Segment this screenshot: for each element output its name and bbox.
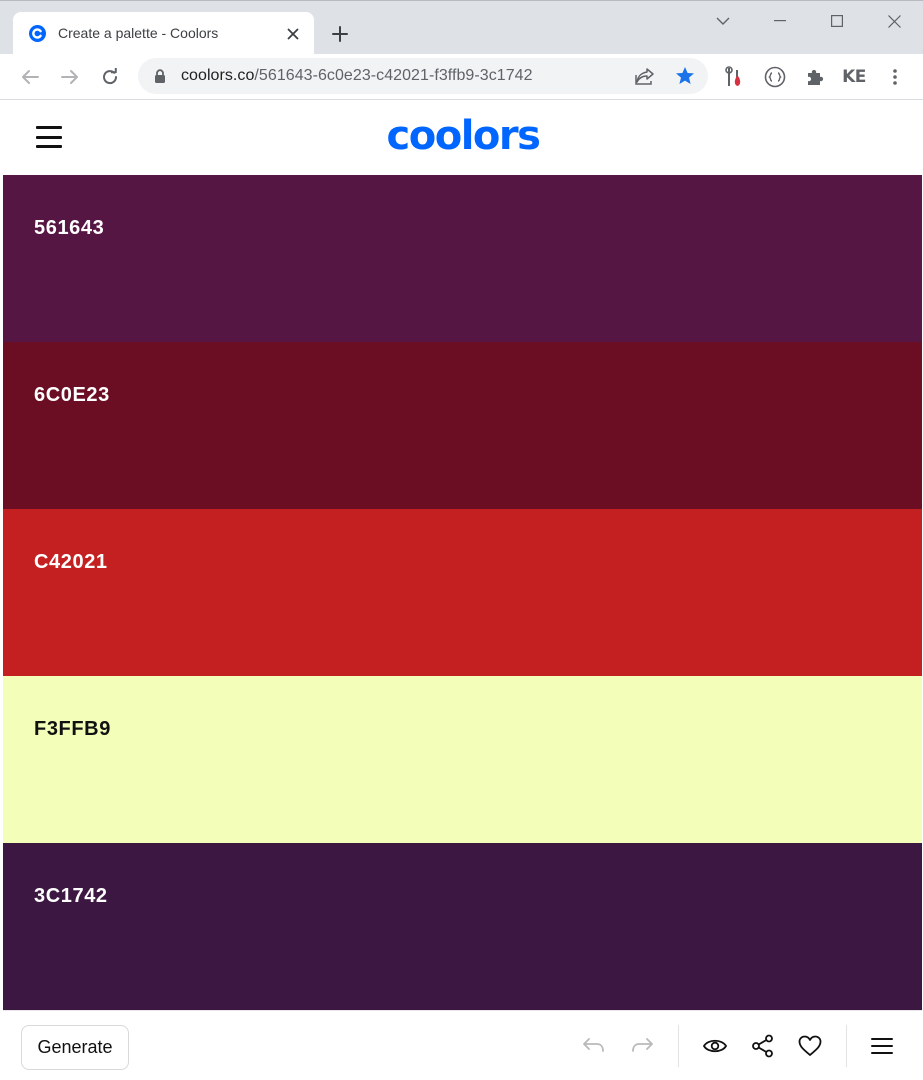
- chevron-down-icon: [716, 17, 730, 25]
- minimize-button[interactable]: [765, 7, 795, 35]
- url-path: /561643-6c0e23-c42021-f3ffb9-3c1742: [254, 67, 533, 84]
- browser-tab-active[interactable]: Create a palette - Coolors: [13, 12, 314, 55]
- close-window-button[interactable]: [879, 7, 909, 35]
- browser-tabstrip: Create a palette - Coolors: [0, 0, 923, 55]
- tab-title: Create a palette - Coolors: [58, 25, 219, 41]
- color-swatch[interactable]: F3FFB9: [3, 676, 922, 843]
- arrow-right-icon: [61, 70, 78, 84]
- arrow-left-icon: [22, 70, 39, 84]
- page-content: coolors 561643 6C0E23 C42021 F3FFB9 3C17…: [3, 100, 922, 1078]
- back-button[interactable]: [14, 61, 46, 93]
- eye-icon: [703, 1039, 727, 1053]
- site-header: coolors: [3, 100, 922, 175]
- star-icon: [676, 67, 694, 84]
- minimize-icon: [774, 20, 786, 22]
- generate-button[interactable]: Generate: [21, 1025, 129, 1070]
- maximize-button[interactable]: [822, 7, 852, 35]
- tab-search-button[interactable]: [708, 7, 738, 35]
- puzzle-icon: [808, 69, 824, 85]
- share-page-icon: [635, 68, 654, 85]
- code-braces-extension-icon: [764, 66, 786, 88]
- extensions-button[interactable]: [802, 64, 828, 90]
- extension-code-button[interactable]: [762, 64, 788, 90]
- profile-button[interactable]: KE: [841, 64, 867, 90]
- color-swatch[interactable]: 3C1742: [3, 843, 922, 1010]
- profile-initials: KE: [842, 67, 866, 87]
- tab-close-button[interactable]: [283, 24, 303, 44]
- undo-button[interactable]: [579, 1031, 609, 1061]
- share-page-button[interactable]: [632, 63, 658, 89]
- undo-icon: [583, 1038, 604, 1052]
- color-swatch[interactable]: C42021: [3, 509, 922, 676]
- reload-icon: [103, 68, 118, 85]
- forward-button[interactable]: [54, 61, 86, 93]
- color-swatch[interactable]: 561643: [3, 175, 922, 342]
- toolbar-divider: [678, 1025, 679, 1067]
- redo-button[interactable]: [627, 1031, 657, 1061]
- plus-icon: [332, 26, 348, 42]
- swatch-hex-label[interactable]: C42021: [34, 551, 108, 574]
- coolors-logo[interactable]: coolors: [367, 116, 559, 158]
- dropper-extension-icon: [725, 66, 741, 86]
- share-icon: [752, 1034, 773, 1058]
- color-swatch[interactable]: 6C0E23: [3, 342, 922, 509]
- swatch-hex-label[interactable]: 3C1742: [34, 885, 108, 908]
- address-bar[interactable]: coolors.co/561643-6c0e23-c42021-f3ffb9-3…: [138, 58, 708, 94]
- url-text: coolors.co/561643-6c0e23-c42021-f3ffb9-3…: [181, 67, 533, 85]
- coolors-c-icon: [29, 25, 46, 42]
- close-icon: [287, 28, 299, 40]
- logo-text: coolors: [387, 116, 540, 158]
- bookmark-button[interactable]: [672, 63, 698, 89]
- close-icon: [887, 14, 901, 28]
- bottom-toolbar: Generate: [3, 1010, 922, 1078]
- reload-button[interactable]: [94, 61, 126, 93]
- maximize-icon: [831, 15, 843, 27]
- site-menu-button[interactable]: [34, 123, 64, 151]
- redo-icon: [632, 1038, 653, 1052]
- favorite-button[interactable]: [795, 1031, 825, 1061]
- lock-icon: [155, 69, 165, 83]
- toolbar-divider: [846, 1025, 847, 1067]
- swatch-hex-label[interactable]: 561643: [34, 217, 104, 240]
- swatch-hex-label[interactable]: F3FFB9: [34, 718, 111, 741]
- browser-menu-button[interactable]: [882, 64, 908, 90]
- palette-menu-button[interactable]: [867, 1031, 897, 1061]
- swatch-hex-label[interactable]: 6C0E23: [34, 384, 110, 407]
- share-button[interactable]: [748, 1031, 778, 1061]
- menu-icon: [871, 1038, 893, 1054]
- heart-icon: [798, 1035, 822, 1056]
- new-tab-button[interactable]: [325, 19, 355, 49]
- view-button[interactable]: [700, 1031, 730, 1061]
- kebab-menu-icon: [893, 69, 897, 85]
- browser-toolbar: coolors.co/561643-6c0e23-c42021-f3ffb9-3…: [0, 54, 923, 100]
- extension-tool-button[interactable]: [722, 64, 748, 90]
- color-palette: 561643 6C0E23 C42021 F3FFB9 3C1742: [3, 175, 922, 1010]
- url-host: coolors.co: [181, 67, 255, 84]
